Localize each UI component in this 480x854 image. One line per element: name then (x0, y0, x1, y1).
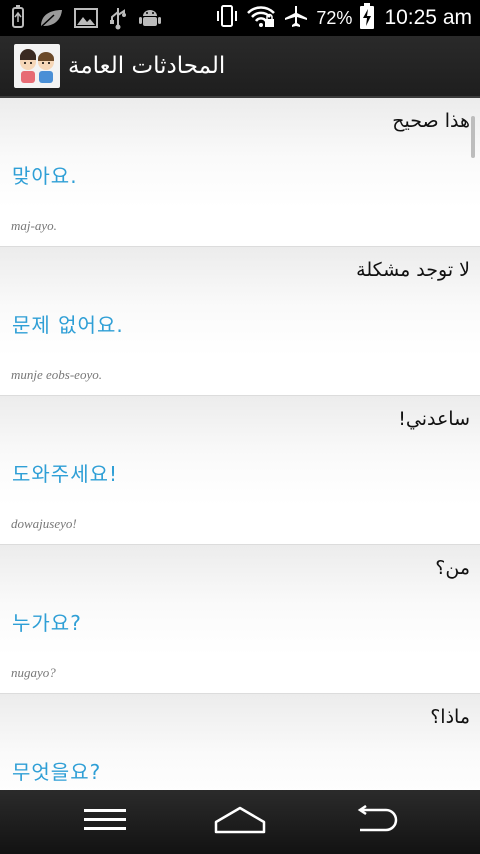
airplane-icon (283, 4, 309, 32)
vibrate-icon (215, 3, 239, 33)
page-title: المحادثات العامة (68, 53, 226, 79)
korean-text: 맞아요. (12, 164, 78, 188)
romanization-text: munje eobs-eoyo. (11, 367, 102, 382)
romanization-text: dowajuseyo! (11, 516, 77, 531)
action-bar: المحادثات العامة (0, 36, 480, 98)
korean-text: 무엇을요? (12, 760, 102, 784)
home-icon (214, 805, 266, 839)
korean-text: 도와주세요! (12, 462, 119, 486)
back-icon (350, 804, 400, 839)
list-item[interactable]: ماذا؟ 무엇을요? (0, 694, 480, 790)
navigation-bar (0, 790, 480, 854)
wifi-icon (246, 4, 276, 32)
arabic-text: هذا صحيح (392, 110, 470, 132)
phrase-list[interactable]: هذا صحيح 맞아요. maj-ayo. لا توجد مشكلة 문제 … (0, 98, 480, 790)
arabic-text: لا توجد مشكلة (356, 259, 470, 281)
image-icon (74, 7, 98, 29)
list-item[interactable]: ساعدني! 도와주세요! dowajuseyo! (0, 396, 480, 545)
list-item[interactable]: لا توجد مشكلة 문제 없어요. munje eobs-eoyo. (0, 247, 480, 396)
arabic-text: ساعدني! (398, 408, 470, 430)
usb-icon (8, 5, 28, 31)
clock: 10:25 am (384, 6, 472, 29)
menu-button[interactable] (70, 802, 140, 842)
arabic-text: ماذا؟ (430, 706, 470, 728)
leaf-icon (38, 7, 64, 29)
android-icon (138, 6, 162, 30)
usb-debug-icon (108, 6, 128, 30)
romanization-text: nugayo? (11, 665, 56, 680)
romanization-text: maj-ayo. (11, 218, 57, 233)
list-item[interactable]: من؟ 누가요? nugayo? (0, 545, 480, 694)
home-button[interactable] (205, 802, 275, 842)
arabic-text: من؟ (435, 557, 470, 579)
korean-text: 문제 없어요. (12, 313, 124, 337)
status-bar: 72% 10:25 am (0, 0, 480, 36)
battery-percent: 72% (316, 7, 353, 28)
scrollbar[interactable] (471, 116, 475, 158)
battery-charging-icon (359, 2, 375, 34)
menu-icon (83, 807, 127, 837)
korean-text: 누가요? (12, 611, 82, 635)
back-button[interactable] (340, 802, 410, 842)
list-item[interactable]: هذا صحيح 맞아요. maj-ayo. (0, 98, 480, 247)
two-kids-icon[interactable] (14, 44, 60, 88)
